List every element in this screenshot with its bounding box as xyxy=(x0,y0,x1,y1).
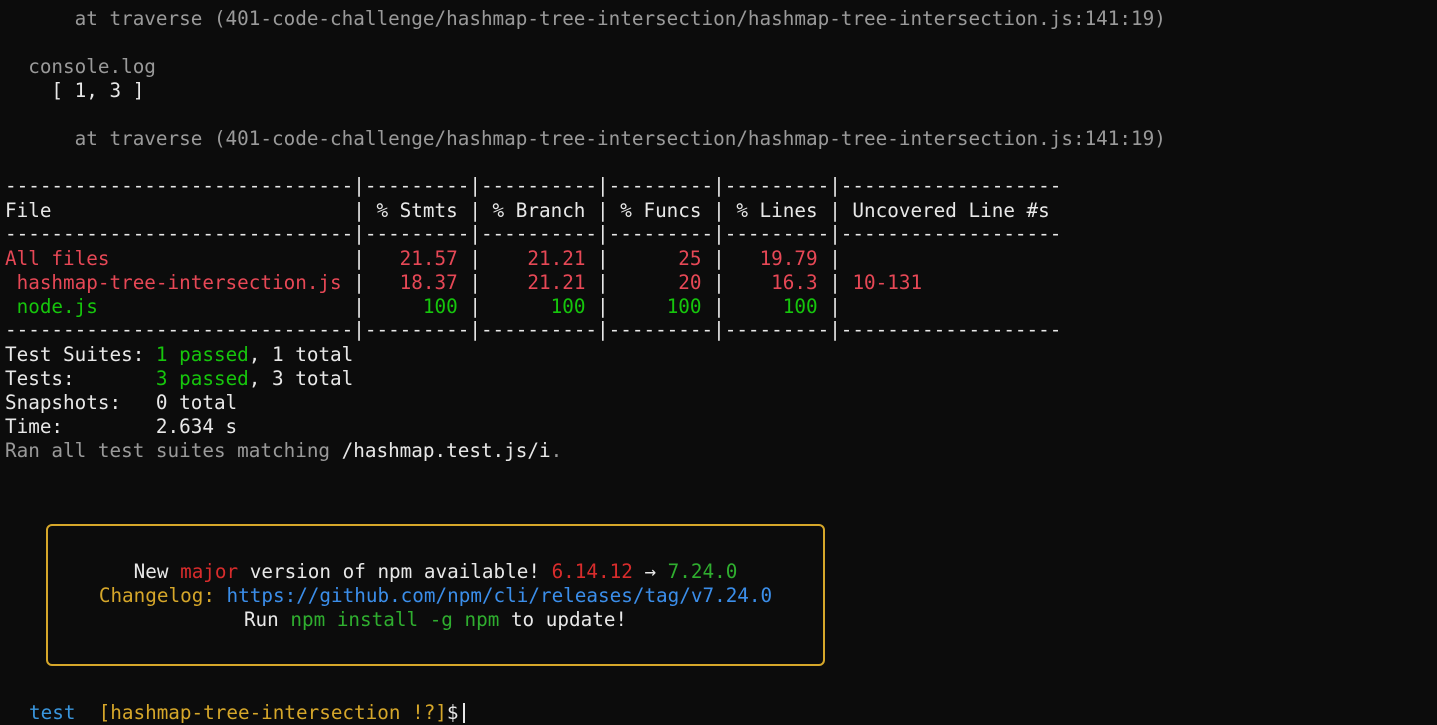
column-separator: | xyxy=(469,247,481,270)
coverage-row: node.js | 100 | 100 | 100 | 100 | xyxy=(5,295,852,319)
coverage-lines: 19.79 xyxy=(724,247,830,270)
npm-text: version of npm available! xyxy=(238,560,552,583)
column-separator: | xyxy=(713,247,725,270)
column-separator: | xyxy=(353,295,365,318)
coverage-stmts: 18.37 xyxy=(364,271,470,294)
shell-prompt[interactable]: test [hashmap-tree-intersection !?]$ xyxy=(29,701,465,725)
column-separator: | xyxy=(829,295,841,318)
coverage-row: All files | 21.57 | 21.21 | 25 | 19.79 | xyxy=(5,247,852,271)
npm-update-notice: New major version of npm available! 6.14… xyxy=(46,524,825,666)
stack-trace-line: at traverse (401-code-challenge/hashmap-… xyxy=(5,127,1166,150)
column-separator: | xyxy=(469,271,481,294)
prompt-directory: test xyxy=(29,701,76,724)
new-version: 7.24.0 xyxy=(667,560,738,583)
test-pattern: /hashmap.test.js/i xyxy=(341,439,551,462)
column-separator: | xyxy=(469,295,481,318)
changelog-link[interactable]: https://github.com/npm/cli/releases/tag/… xyxy=(227,584,773,607)
major-label: major xyxy=(180,560,239,583)
tests-passed: 3 passed xyxy=(155,367,249,390)
ran-suffix: . xyxy=(550,439,563,462)
prompt-symbol: $ xyxy=(446,701,459,724)
arrow-icon: → xyxy=(632,560,668,583)
tests-label: Tests: xyxy=(5,367,156,390)
column-separator: | xyxy=(353,271,365,294)
coverage-file: hashmap-tree-intersection.js xyxy=(5,271,354,294)
coverage-divider: ------------------------------|---------… xyxy=(5,222,1062,245)
coverage-branch: 21.21 xyxy=(480,247,598,270)
ran-tests-line: Ran all test suites matching /hashmap.te… xyxy=(5,439,562,463)
coverage-funcs: 20 xyxy=(608,271,714,294)
time-summary: Time: 2.634 s xyxy=(5,415,238,438)
stack-trace-line: at traverse (401-code-challenge/hashmap-… xyxy=(5,7,1166,30)
column-separator: | xyxy=(353,247,365,270)
npm-text: New xyxy=(133,560,181,583)
coverage-lines: 100 xyxy=(724,295,830,318)
update-instruction: Run npm install -g npm to update! xyxy=(48,608,823,632)
tests-summary: Tests: 3 passed, 3 total xyxy=(5,367,353,391)
column-separator: | xyxy=(597,295,609,318)
npm-text: to update! xyxy=(499,608,628,631)
update-command: npm install -g npm xyxy=(290,608,500,631)
prompt-git-branch: [hashmap-tree-intersection !?] xyxy=(98,701,447,724)
test-suites-total: , 1 total xyxy=(248,343,354,366)
coverage-file: node.js xyxy=(5,295,354,318)
text-cursor xyxy=(462,703,465,723)
coverage-divider: ------------------------------|---------… xyxy=(5,174,1062,197)
console-log-value: [ 1, 3 ] xyxy=(5,79,145,102)
coverage-funcs: 25 xyxy=(608,247,714,270)
test-suites-passed: 1 passed xyxy=(155,343,249,366)
coverage-uncovered xyxy=(841,247,853,270)
coverage-funcs: 100 xyxy=(608,295,714,318)
column-separator: | xyxy=(713,271,725,294)
snapshots-summary: Snapshots: 0 total xyxy=(5,391,238,414)
coverage-uncovered xyxy=(841,295,853,318)
coverage-file: All files xyxy=(5,247,354,270)
changelog-label: Changelog: xyxy=(98,584,227,607)
npm-text: Run xyxy=(243,608,291,631)
column-separator: | xyxy=(829,271,841,294)
test-suites-label: Test Suites: xyxy=(5,343,156,366)
npm-version-line: New major version of npm available! 6.14… xyxy=(48,560,823,584)
changelog-line: Changelog: https://github.com/npm/cli/re… xyxy=(48,584,823,608)
ran-prefix: Ran all test suites matching xyxy=(5,439,342,462)
coverage-branch: 21.21 xyxy=(480,271,598,294)
coverage-divider: ------------------------------|---------… xyxy=(5,318,1062,341)
coverage-branch: 100 xyxy=(480,295,598,318)
test-suites-summary: Test Suites: 1 passed, 1 total xyxy=(5,343,353,367)
column-separator: | xyxy=(713,295,725,318)
coverage-stmts: 100 xyxy=(364,295,470,318)
coverage-header: File | % Stmts | % Branch | % Funcs | % … xyxy=(5,199,1062,222)
coverage-stmts: 21.57 xyxy=(364,247,470,270)
coverage-row: hashmap-tree-intersection.js | 18.37 | 2… xyxy=(5,271,923,295)
old-version: 6.14.12 xyxy=(551,560,633,583)
column-separator: | xyxy=(597,247,609,270)
console-log-label: console.log xyxy=(5,55,156,78)
tests-total: , 3 total xyxy=(248,367,354,390)
column-separator: | xyxy=(829,247,841,270)
coverage-lines: 16.3 xyxy=(724,271,830,294)
coverage-uncovered: 10-131 xyxy=(840,271,923,294)
column-separator: | xyxy=(597,271,609,294)
